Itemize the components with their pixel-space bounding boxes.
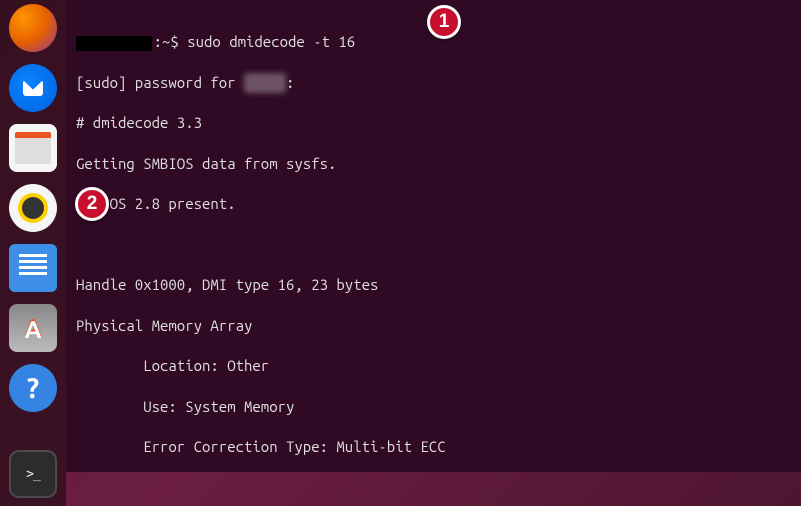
- rhythmbox-icon[interactable]: [9, 184, 57, 232]
- dock: [0, 0, 66, 506]
- annotation-badge-1: 1: [427, 5, 461, 39]
- redacted-user-host: [76, 36, 152, 51]
- output-ecc: Error Correction Type: Multi-bit ECC: [76, 437, 791, 457]
- ubuntu-software-icon[interactable]: [9, 304, 57, 352]
- redacted-username: xxxxx: [244, 73, 286, 93]
- firefox-icon[interactable]: [9, 4, 57, 52]
- output-use: Use: System Memory: [76, 397, 791, 417]
- prompt-sep: :~$: [154, 33, 188, 50]
- help-icon[interactable]: [9, 364, 57, 412]
- annotation-badge-2: 2: [75, 187, 109, 221]
- libreoffice-writer-icon[interactable]: [9, 244, 57, 292]
- command-1: sudo dmidecode -t 16: [187, 33, 355, 50]
- output-handle: Handle 0x1000, DMI type 16, 23 bytes: [76, 275, 791, 295]
- terminal-icon[interactable]: [9, 450, 57, 498]
- output-smbios-source: Getting SMBIOS data from sysfs.: [76, 154, 791, 174]
- output-version: # dmidecode 3.3: [76, 113, 791, 133]
- output-blank: [76, 235, 791, 255]
- files-icon[interactable]: [9, 124, 57, 172]
- terminal-window[interactable]: :~$ sudo dmidecode -t 16 [sudo] password…: [66, 0, 801, 472]
- output-sudo-password: [sudo] password for xxxxx:: [76, 73, 791, 93]
- output-smbios-version: SMBIOS 2.8 present.: [76, 194, 791, 214]
- output-location: Location: Other: [76, 356, 791, 376]
- thunderbird-icon[interactable]: [9, 64, 57, 112]
- output-array-title: Physical Memory Array: [76, 316, 791, 336]
